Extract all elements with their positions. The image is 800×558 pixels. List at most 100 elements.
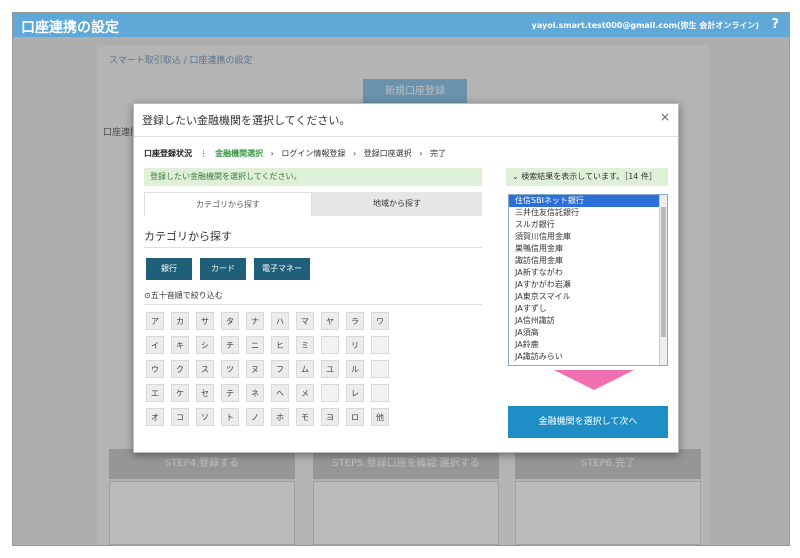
bank-option[interactable]: JA須高 — [509, 327, 667, 339]
kana-filter-button[interactable]: ム — [296, 360, 314, 378]
kana-filter-button[interactable]: ア — [146, 312, 164, 330]
info-message: 登録したい金融機関を選択してください。 — [144, 168, 482, 186]
filter-label: ⊙五十音順で絞り込む — [144, 291, 223, 300]
down-arrow-icon — [554, 370, 634, 390]
kana-filter-button[interactable]: ハ — [271, 312, 289, 330]
kana-filter-button[interactable]: ニ — [246, 336, 264, 354]
kana-filter-button[interactable]: オ — [146, 408, 164, 426]
bank-option[interactable]: 巣鴨信用金庫 — [509, 243, 667, 255]
kana-filter-button[interactable]: キ — [171, 336, 189, 354]
kana-filter-button[interactable]: ナ — [246, 312, 264, 330]
bank-option[interactable]: 三井住友信託銀行 — [509, 207, 667, 219]
kana-filter-button[interactable]: ホ — [271, 408, 289, 426]
kana-filter-button[interactable]: ユ — [321, 360, 339, 378]
filter-divider — [144, 304, 482, 305]
kana-filter-button[interactable]: ヘ — [271, 384, 289, 402]
bank-option[interactable]: JA諏訪みらい — [509, 351, 667, 363]
tab-region[interactable]: 地域から探す — [312, 192, 482, 216]
kana-filter-button[interactable]: ル — [346, 360, 364, 378]
step-account-select: 登録口座選択 — [363, 149, 412, 158]
kana-filter-button[interactable]: ト — [221, 408, 239, 426]
kana-filter-button[interactable]: サ — [196, 312, 214, 330]
category-emoney-button[interactable]: 電子マネー — [254, 258, 310, 280]
bank-option[interactable]: JA信州諏訪 — [509, 315, 667, 327]
category-card-button[interactable]: カード — [200, 258, 246, 280]
step-complete: 完了 — [429, 149, 446, 158]
kana-filter-button[interactable]: ス — [196, 360, 214, 378]
kana-filter-button — [371, 336, 389, 354]
section-title: カテゴリから探す — [144, 230, 232, 243]
app-frame: 口座連携の設定 yayoi.smart.test000@gmail.com(弥生… — [12, 12, 790, 546]
kana-filter-button[interactable]: ヨ — [321, 408, 339, 426]
chevron-right-icon: › — [419, 149, 423, 158]
separator-icon: ⋮ — [199, 149, 208, 158]
bank-option[interactable]: JA鈴鹿 — [509, 339, 667, 351]
kana-filter-button[interactable]: マ — [296, 312, 314, 330]
progress-label: 口座登録状況 — [144, 149, 192, 158]
page-title: 口座連携の設定 — [21, 20, 119, 36]
bank-option[interactable]: JAすずし — [509, 303, 667, 315]
user-account[interactable]: yayoi.smart.test000@gmail.com(弥生 会計オンライン… — [532, 20, 759, 31]
result-header: ⌄ 検索結果を表示しています。［14 件］ — [506, 168, 668, 186]
bank-option[interactable]: 須賀川信用金庫 — [509, 231, 667, 243]
bank-option[interactable]: 住信SBIネット銀行 — [509, 195, 667, 207]
bank-option[interactable]: スルガ銀行 — [509, 219, 667, 231]
sort-icon: ⊙ — [144, 291, 151, 300]
kana-filter-button[interactable]: 他 — [371, 408, 389, 426]
chevron-right-icon: › — [352, 149, 357, 158]
chevron-down-icon: ⌄ — [512, 172, 522, 181]
kana-filter-button[interactable]: ヒ — [271, 336, 289, 354]
kana-filter-button[interactable]: レ — [346, 384, 364, 402]
kana-filter-button[interactable]: ク — [171, 360, 189, 378]
kana-filter-button[interactable]: ロ — [346, 408, 364, 426]
step-login: ログイン情報登録 — [281, 149, 346, 158]
tab-category[interactable]: カテゴリから探す — [144, 192, 312, 216]
next-button[interactable]: 金融機関を選択して次へ — [508, 406, 668, 438]
kana-filter-button[interactable]: ウ — [146, 360, 164, 378]
progress-steps: 口座登録状況 ⋮ 金融機関選択 › ログイン情報登録 › 登録口座選択 › 完了 — [144, 148, 451, 159]
list-scrollbar[interactable] — [659, 195, 667, 365]
kana-filter-button[interactable]: ワ — [371, 312, 389, 330]
step-bank-select: 金融機関選択 — [215, 149, 264, 158]
modal-title: 登録したい金融機関を選択してください。 — [142, 114, 351, 127]
kana-filter-button[interactable]: リ — [346, 336, 364, 354]
kana-filter-button[interactable]: ヤ — [321, 312, 339, 330]
kana-filter-button[interactable]: チ — [221, 336, 239, 354]
kana-filter-button[interactable]: ミ — [296, 336, 314, 354]
kana-filter-button[interactable]: シ — [196, 336, 214, 354]
close-icon[interactable]: × — [660, 110, 670, 124]
kana-filter-button[interactable]: コ — [171, 408, 189, 426]
bank-option[interactable]: JA新すながわ — [509, 267, 667, 279]
kana-filter-button[interactable]: カ — [171, 312, 189, 330]
kana-filter-button[interactable]: ツ — [221, 360, 239, 378]
help-icon[interactable]: ? — [771, 17, 779, 32]
category-bank-button[interactable]: 銀行 — [146, 258, 192, 280]
kana-filter-button[interactable]: ソ — [196, 408, 214, 426]
kana-filter-button[interactable]: タ — [221, 312, 239, 330]
kana-filter-button[interactable]: エ — [146, 384, 164, 402]
kana-filter-button[interactable]: メ — [296, 384, 314, 402]
section-divider — [144, 247, 482, 248]
modal-divider — [134, 136, 678, 137]
bank-option[interactable]: 諏訪信用金庫 — [509, 255, 667, 267]
kana-filter-button[interactable]: テ — [221, 384, 239, 402]
bank-select-modal: 登録したい金融機関を選択してください。 × 口座登録状況 ⋮ 金融機関選択 › … — [133, 103, 679, 453]
kana-filter-button[interactable]: イ — [146, 336, 164, 354]
kana-filter-button[interactable]: ネ — [246, 384, 264, 402]
kana-filter-button[interactable]: ラ — [346, 312, 364, 330]
kana-filter-button[interactable]: ヌ — [246, 360, 264, 378]
kana-filter-button[interactable]: モ — [296, 408, 314, 426]
kana-filter-button — [321, 384, 339, 402]
bank-option[interactable]: JA東京スマイル — [509, 291, 667, 303]
chevron-right-icon: › — [270, 149, 274, 158]
kana-filter-button — [371, 360, 389, 378]
bank-option[interactable]: JAすかがわ岩瀬 — [509, 279, 667, 291]
kana-filter-button[interactable]: セ — [196, 384, 214, 402]
top-bar: 口座連携の設定 yayoi.smart.test000@gmail.com(弥生… — [13, 13, 789, 37]
bank-list[interactable]: 住信SBIネット銀行 三井住友信託銀行 スルガ銀行 須賀川信用金庫 巣鴨信用金庫 諏訪信用… — [508, 194, 668, 366]
kana-filter-button[interactable]: フ — [271, 360, 289, 378]
kana-filter-button[interactable]: ケ — [171, 384, 189, 402]
kana-filter-button[interactable]: ノ — [246, 408, 264, 426]
kana-filter-button — [371, 384, 389, 402]
kana-filter-button — [321, 336, 339, 354]
